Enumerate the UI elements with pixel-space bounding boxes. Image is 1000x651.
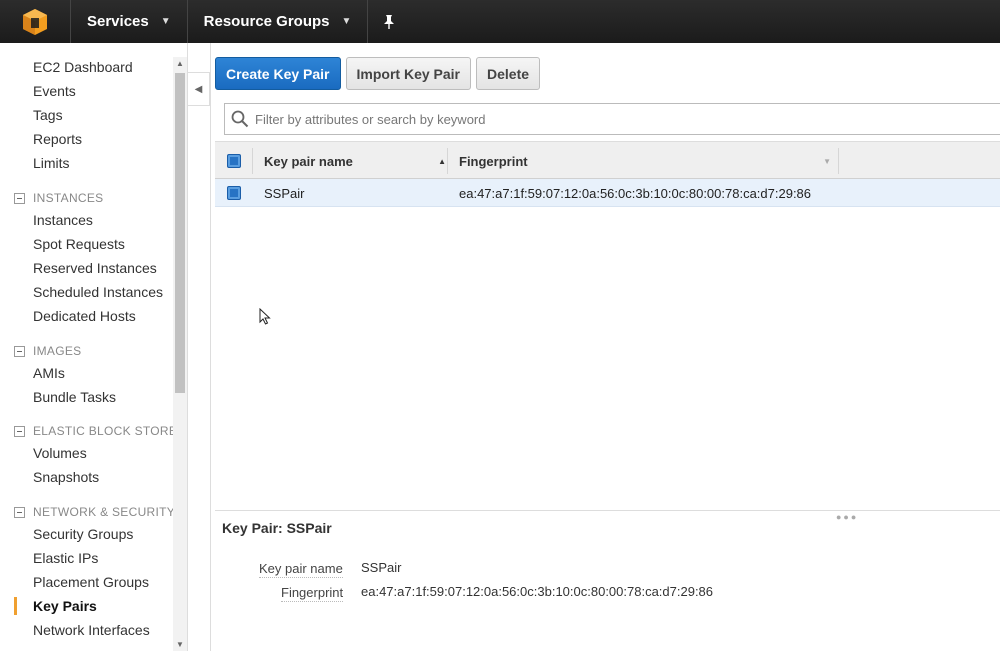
section-title: NETWORK & SECURITY	[33, 505, 176, 519]
column-header-key-pair-name[interactable]: Key pair name ▲	[264, 142, 450, 180]
collapse-minus-icon	[14, 192, 25, 204]
active-item-marker	[14, 597, 17, 615]
filter-input[interactable]	[255, 111, 955, 127]
checkbox-checked-icon	[227, 154, 241, 168]
detail-title: Key Pair: SSPair	[222, 520, 332, 536]
resize-handle-icon[interactable]: ●●●	[836, 512, 858, 522]
chevron-down-icon: ▼	[341, 16, 352, 27]
content-border	[210, 43, 211, 651]
collapse-minus-icon	[14, 425, 25, 437]
filter-bar	[224, 103, 1000, 135]
column-separator	[447, 148, 448, 174]
cell-key-pair-name: SSPair	[264, 185, 305, 201]
aws-cube-icon	[23, 8, 47, 35]
sidebar-item-volumes[interactable]: Volumes	[33, 445, 87, 461]
pin-icon	[384, 14, 395, 29]
detail-value-fingerprint: ea:47:a7:1f:59:07:12:0a:56:0c:3b:10:0c:8…	[361, 584, 714, 599]
scrollbar-thumb[interactable]	[175, 73, 185, 393]
cell-fingerprint: ea:47:a7:1f:59:07:12:0a:56:0c:3b:10:0c:8…	[459, 185, 812, 201]
services-menu[interactable]: Services ▼	[71, 0, 187, 43]
mouse-cursor-icon	[259, 308, 271, 325]
resource-groups-menu[interactable]: Resource Groups ▼	[188, 0, 368, 43]
services-label: Services	[87, 13, 149, 30]
section-network-security[interactable]: NETWORK & SECURITY	[14, 505, 175, 519]
sidebar-item-reports[interactable]: Reports	[33, 131, 82, 147]
collapse-minus-icon	[14, 345, 25, 357]
sidebar-item-reserved-instances[interactable]: Reserved Instances	[33, 260, 157, 276]
sidebar-item-elastic-ips[interactable]: Elastic IPs	[33, 550, 98, 566]
section-instances[interactable]: INSTANCES	[14, 191, 104, 205]
resource-groups-label: Resource Groups	[203, 13, 330, 30]
delete-button[interactable]: Delete	[476, 57, 541, 90]
import-key-pair-button[interactable]: Import Key Pair	[345, 57, 471, 90]
sidebar-item-instances[interactable]: Instances	[33, 212, 93, 228]
detail-value-key-pair-name: SSPair	[361, 560, 402, 575]
sidebar-item-tags[interactable]: Tags	[33, 107, 63, 123]
section-title: INSTANCES	[33, 191, 104, 205]
sidebar-item-dedicated-hosts[interactable]: Dedicated Hosts	[33, 308, 136, 324]
scroll-down-arrow-icon[interactable]: ▼	[176, 640, 184, 649]
table-row[interactable]: SSPair ea:47:a7:1f:59:07:12:0a:56:0c:3b:…	[215, 179, 1000, 207]
sidebar-item-events[interactable]: Events	[33, 83, 76, 99]
sidebar-item-ec2-dashboard[interactable]: EC2 Dashboard	[33, 59, 133, 75]
toolbar: Create Key Pair Import Key Pair Delete	[215, 57, 541, 90]
sidebar-item-placement-groups[interactable]: Placement Groups	[33, 574, 149, 590]
column-separator	[838, 148, 839, 174]
sidebar-scrollbar[interactable]: ▲ ▼	[173, 57, 187, 651]
sidebar-item-key-pairs[interactable]: Key Pairs	[33, 598, 97, 614]
select-all-checkbox[interactable]	[227, 142, 241, 180]
create-key-pair-button[interactable]: Create Key Pair	[215, 57, 341, 90]
sidebar-item-snapshots[interactable]: Snapshots	[33, 469, 99, 485]
collapse-sidebar-button[interactable]: ◀	[188, 72, 210, 106]
section-elastic-block-store[interactable]: ELASTIC BLOCK STORE	[14, 424, 177, 438]
column-header-label: Fingerprint	[459, 153, 528, 169]
search-icon	[231, 110, 249, 128]
column-separator	[252, 148, 253, 174]
sidebar-item-spot-requests[interactable]: Spot Requests	[33, 236, 125, 252]
aws-logo[interactable]	[0, 0, 70, 43]
sidebar-item-limits[interactable]: Limits	[33, 155, 70, 171]
sidebar: EC2 Dashboard Events Tags Reports Limits…	[0, 43, 188, 651]
column-header-fingerprint[interactable]: Fingerprint ▼	[459, 142, 835, 180]
sidebar-item-amis[interactable]: AMIs	[33, 365, 65, 381]
chevron-down-icon: ▼	[160, 16, 171, 27]
detail-pane-divider[interactable]	[215, 510, 1000, 511]
section-images[interactable]: IMAGES	[14, 344, 81, 358]
chevron-left-icon: ◀	[194, 83, 203, 95]
sidebar-item-security-groups[interactable]: Security Groups	[33, 526, 133, 542]
scroll-up-arrow-icon[interactable]: ▲	[176, 59, 184, 68]
checkbox-checked-icon	[227, 186, 241, 200]
pin-button[interactable]	[368, 0, 410, 43]
key-pairs-table: Key pair name ▲ Fingerprint ▼ SSPair ea:…	[215, 141, 1000, 207]
table-header: Key pair name ▲ Fingerprint ▼	[215, 141, 1000, 179]
detail-label-key-pair-name: Key pair name	[259, 561, 343, 578]
top-navigation-bar: Services ▼ Resource Groups ▼	[0, 0, 1000, 43]
row-checkbox[interactable]	[227, 179, 241, 207]
detail-label-fingerprint: Fingerprint	[281, 585, 344, 602]
sort-indicator-icon: ▼	[823, 156, 831, 166]
column-header-label: Key pair name	[264, 153, 353, 169]
sidebar-item-bundle-tasks[interactable]: Bundle Tasks	[33, 389, 116, 405]
sort-ascending-icon: ▲	[438, 156, 446, 166]
sidebar-item-network-interfaces[interactable]: Network Interfaces	[33, 622, 150, 638]
sidebar-item-scheduled-instances[interactable]: Scheduled Instances	[33, 284, 163, 300]
section-title: ELASTIC BLOCK STORE	[33, 424, 178, 438]
section-title: IMAGES	[33, 344, 82, 358]
collapse-minus-icon	[14, 506, 25, 518]
